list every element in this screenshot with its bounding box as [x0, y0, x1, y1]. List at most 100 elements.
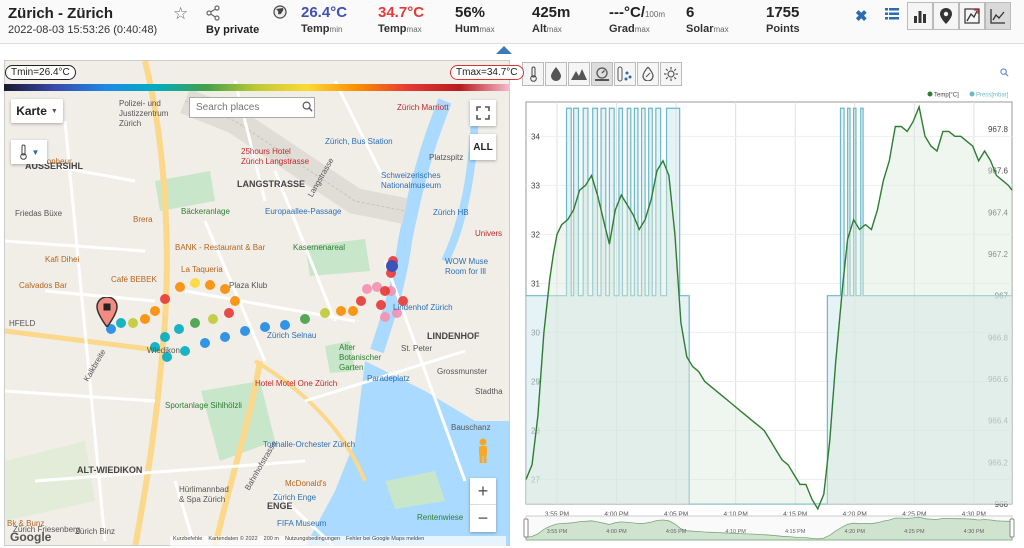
weather-chart[interactable]: 3:55 PM 4:00 PM 4:05 PM 4:10 PM 4:15 PM 4:20 … — [518, 88, 1020, 546]
zoom-out-button[interactable]: − — [470, 505, 496, 532]
map-label: FIFA Museum — [277, 519, 327, 528]
close-icon[interactable]: ✖ — [855, 7, 868, 25]
map-label: Plaza Klub — [229, 281, 268, 290]
map-label: Lindenhof Zürich — [393, 303, 453, 312]
map-label: Kasernenareal — [293, 243, 346, 252]
map-label: Botanischer — [339, 353, 382, 362]
track-point — [224, 308, 234, 318]
y-right-tick-label: 967.8 — [988, 125, 1009, 134]
navigator-tick-label: 4:25 PM — [904, 529, 925, 535]
map-label: Bäckeranlage — [181, 207, 230, 216]
author-label: By private — [206, 24, 260, 36]
map-label: Zürich HB — [433, 208, 469, 217]
y-left-tick-label: 34 — [531, 132, 540, 141]
list-icon[interactable] — [885, 8, 899, 20]
map-label: Hotel Motel One Zürich — [255, 379, 338, 388]
navigator-tick-label: 4:00 PM — [606, 529, 627, 535]
navigator-right-handle[interactable] — [1009, 518, 1015, 538]
map-label: Bk & Bunz — [7, 519, 45, 528]
map-label: St. Peter — [401, 344, 433, 353]
search-icon[interactable] — [302, 101, 313, 112]
map-label: LINDENHOF — [427, 331, 480, 341]
thermometer-icon — [529, 66, 537, 82]
line-chart-button[interactable] — [985, 2, 1011, 30]
bar-chart-button[interactable] — [907, 2, 933, 30]
rain-gauge-icon — [617, 66, 632, 82]
route-date: 2022-08-03 15:53:26 (0:40:48) — [8, 24, 158, 36]
map-pin-button[interactable] — [933, 2, 959, 30]
street-view-pegman-icon[interactable] — [476, 438, 490, 464]
map-label: 25hours Hotel — [241, 147, 291, 156]
track-point — [356, 296, 366, 306]
map-label: Friedas Büxe — [15, 209, 63, 218]
track-point — [200, 338, 210, 348]
map-route-button[interactable] — [959, 2, 985, 30]
legend-press-label: Press[mbar] — [976, 93, 1009, 99]
temperature-gradient-bar — [4, 84, 510, 91]
map-label: Zürich — [119, 119, 142, 128]
track-point — [160, 332, 170, 342]
stat-label: Solarmax — [686, 23, 729, 35]
share-icon[interactable] — [205, 5, 221, 21]
map-label: Stadtha — [475, 387, 503, 396]
attribution-shortcuts[interactable]: Kurzbefehle — [173, 536, 202, 546]
map-label: Justizzentrum — [119, 109, 169, 118]
tab-temperature[interactable] — [522, 62, 544, 86]
star-icon[interactable]: ☆ — [173, 4, 188, 24]
map-label: Calvados Bar — [19, 281, 68, 290]
map-view[interactable]: Polizei- und Justizzentrum Zürich Zürich Ma… — [4, 60, 510, 546]
stat-label: Points — [766, 23, 800, 35]
stat-altmax: 425m Altmax — [532, 4, 570, 35]
zoom-in-button[interactable]: + — [470, 478, 496, 505]
google-logo: Google — [10, 530, 52, 544]
stat-value: 1755 — [766, 4, 800, 21]
map-label: Room for Ill — [445, 267, 486, 276]
start-marker-icon[interactable] — [96, 297, 118, 327]
metric-select[interactable]: ▼ — [11, 140, 47, 164]
active-pointer — [496, 46, 512, 54]
map-type-label: Karte — [16, 104, 47, 118]
stat-value: 6 — [686, 4, 695, 21]
all-button[interactable]: ALL — [470, 134, 496, 160]
tab-humidity[interactable] — [545, 62, 567, 86]
map-label: ALT-WIEDIKON — [77, 465, 143, 475]
stat-tempmin: 26.4°C Tempmin — [301, 4, 347, 35]
attribution-terms[interactable]: Nutzungsbedingungen — [285, 536, 340, 546]
map-type-select[interactable]: Karte ▼ — [11, 99, 63, 123]
chevron-down-icon: ▼ — [50, 107, 58, 115]
fullscreen-button[interactable] — [470, 100, 496, 126]
y-left-tick-label: 31 — [531, 279, 540, 288]
search-places-input[interactable] — [189, 97, 315, 118]
zoom-magnifier-icon[interactable] — [1000, 68, 1009, 77]
stat-label: Tempmin — [301, 23, 343, 35]
tab-pressure[interactable] — [591, 62, 613, 86]
track-point — [175, 282, 185, 292]
track-point — [380, 312, 390, 322]
map-label: Nationalmuseum — [381, 181, 442, 190]
map-label: Bauschanz — [451, 423, 491, 432]
map-label: Brera — [133, 215, 153, 224]
map-label: Schweizerisches — [381, 171, 441, 180]
map-label: BANK - Restaurant & Bar — [175, 243, 266, 252]
stat-value: 425m — [532, 4, 571, 21]
map-label: Café BEBEK — [111, 275, 157, 284]
track-point — [190, 318, 200, 328]
tab-dewpoint[interactable] — [637, 62, 659, 86]
track-point — [208, 314, 218, 324]
stat-label: Hummax — [455, 23, 495, 35]
globe-icon[interactable] — [273, 5, 287, 19]
map-label: Wiedikon — [147, 346, 180, 355]
map-label: Paradeplatz — [367, 374, 410, 383]
attribution-scale[interactable]: 200 m — [264, 536, 279, 546]
map-label: Univers — [475, 229, 503, 238]
track-point — [376, 300, 386, 310]
navigator-left-handle[interactable] — [523, 518, 529, 538]
map-label: Kafi Dihei — [45, 255, 80, 264]
tab-altitude[interactable] — [568, 62, 590, 86]
tab-solar[interactable] — [660, 62, 682, 86]
attribution-report[interactable]: Fehler bei Google Maps melden — [346, 536, 424, 546]
navigator-tick-label: 4:30 PM — [964, 529, 985, 535]
tab-rain[interactable] — [614, 62, 636, 86]
map-label: Polizei- und — [119, 99, 161, 108]
tmin-badge: Tmin=26.4°C — [5, 65, 76, 80]
